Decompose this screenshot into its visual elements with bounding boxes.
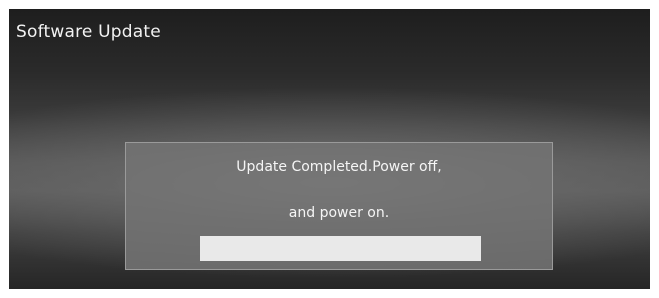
update-progress-fill [200, 236, 481, 261]
status-message-line-1: Update Completed.Power off, [236, 159, 442, 175]
software-update-screen: Software Update Update Completed.Power o… [9, 9, 650, 289]
update-status-dialog: Update Completed.Power off, and power on… [125, 142, 553, 270]
status-message-line-2: and power on. [288, 205, 390, 221]
update-progress-bar [200, 236, 481, 261]
screen-title: Software Update [16, 22, 161, 42]
